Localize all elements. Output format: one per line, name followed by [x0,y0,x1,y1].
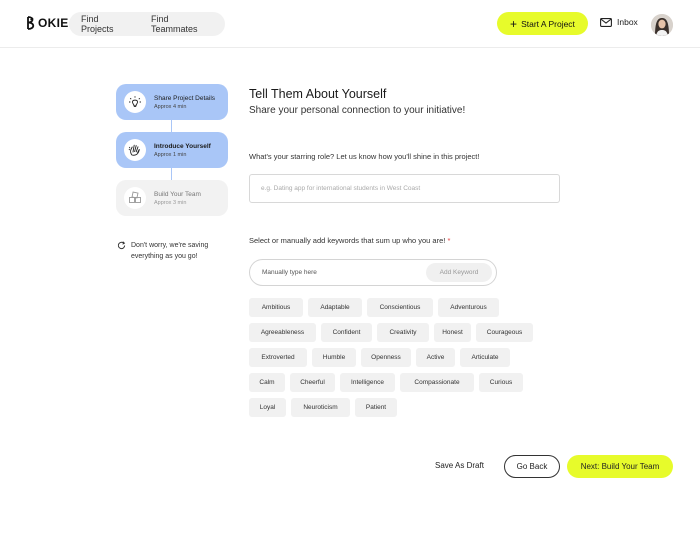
inbox-label: Inbox [617,17,638,27]
nav-find-projects[interactable]: Find Projects [81,14,130,34]
main-nav: Find Projects Find Teammates [69,12,225,36]
keyword-tag[interactable]: Articulate [460,348,510,367]
start-project-button[interactable]: + Start A Project [497,12,588,35]
plus-icon: + [510,16,518,31]
lightbulb-icon [124,91,146,113]
go-back-button[interactable]: Go Back [504,455,560,478]
step-title: Share Project Details [154,94,216,102]
keyword-tag[interactable]: Calm [249,373,285,392]
keyword-tag[interactable]: Ambitious [249,298,303,317]
step-share-project-details[interactable]: Share Project Details Approx 4 min [116,84,228,120]
start-project-label: Start A Project [521,18,575,29]
nav-find-teammates[interactable]: Find Teammates [151,14,213,34]
tag-row: Loyal Neuroticism Patient [249,398,559,417]
autosave-text: Don't worry, we're saving everything as … [131,242,209,260]
step-connector [171,120,172,132]
keyword-tag[interactable]: Loyal [249,398,286,417]
waving-hand-icon [124,139,146,161]
logo-text: OKIE [38,16,69,30]
save-draft-button[interactable]: Save As Draft [435,461,484,470]
tag-row: Ambitious Adaptable Conscientious Advent… [249,298,559,317]
refresh-icon [117,241,126,250]
step-time: Approx 1 min [154,151,187,158]
autosave-note: Don't worry, we're saving everything as … [117,240,221,262]
role-input[interactable] [249,174,560,203]
add-keyword-button[interactable]: Add Keyword [426,263,492,282]
avatar-image [651,14,673,36]
keyword-tag[interactable]: Neuroticism [291,398,350,417]
keyword-tag[interactable]: Adaptable [308,298,362,317]
next-build-team-button[interactable]: Next: Build Your Team [567,455,673,478]
step-build-your-team[interactable]: Build Your Team Approx 3 min [116,180,228,216]
role-question: What's your starring role? Let us know h… [249,152,480,161]
keywords-label: Select or manually add keywords that sum… [249,236,450,245]
keyword-tag[interactable]: Compassionate [400,373,474,392]
blocks-icon [124,187,146,209]
required-mark: * [447,236,451,245]
keyword-tag[interactable]: Openness [361,348,411,367]
page-title: Tell Them About Yourself [249,87,387,101]
step-time: Approx 4 min [154,103,187,110]
keyword-tag[interactable]: Confident [321,323,372,342]
step-title: Introduce Yourself [154,142,211,150]
top-header: OKIE Find Projects Find Teammates + Star… [0,0,700,48]
keyword-tag[interactable]: Agreeableness [249,323,316,342]
keyword-entry: Add Keyword [249,259,497,286]
step-time: Approx 3 min [154,199,187,206]
keyword-tag[interactable]: Creativity [377,323,429,342]
step-introduce-yourself[interactable]: Introduce Yourself Approx 1 min [116,132,228,168]
keyword-tag[interactable]: Patient [355,398,397,417]
keywords-label-text: Select or manually add keywords that sum… [249,236,446,245]
tag-row: Extroverted Humble Openness Active Artic… [249,348,559,367]
keyword-tag[interactable]: Cheerful [290,373,335,392]
keyword-tag[interactable]: Humble [312,348,356,367]
keyword-tag[interactable]: Conscientious [367,298,433,317]
keyword-tag[interactable]: Courageous [476,323,533,342]
keyword-tag[interactable]: Intelligence [340,373,395,392]
page-subtitle: Share your personal connection to your i… [249,105,466,116]
keyword-tag[interactable]: Adventurous [438,298,499,317]
keyword-input[interactable] [262,260,422,285]
keyword-tag[interactable]: Curious [479,373,523,392]
keyword-tags: Ambitious Adaptable Conscientious Advent… [249,298,559,423]
keyword-tag[interactable]: Extroverted [249,348,307,367]
user-avatar[interactable] [651,14,673,36]
step-title: Build Your Team [154,190,201,198]
tag-row: Calm Cheerful Intelligence Compassionate… [249,373,559,392]
logo[interactable]: OKIE [26,16,69,30]
keyword-tag[interactable]: Honest [434,323,471,342]
logo-mark-icon [27,16,35,30]
keyword-tag[interactable]: Active [416,348,455,367]
tag-row: Agreeableness Confident Creativity Hones… [249,323,559,342]
mail-icon [600,17,612,27]
step-connector [171,168,172,180]
inbox-link[interactable]: Inbox [600,17,638,27]
